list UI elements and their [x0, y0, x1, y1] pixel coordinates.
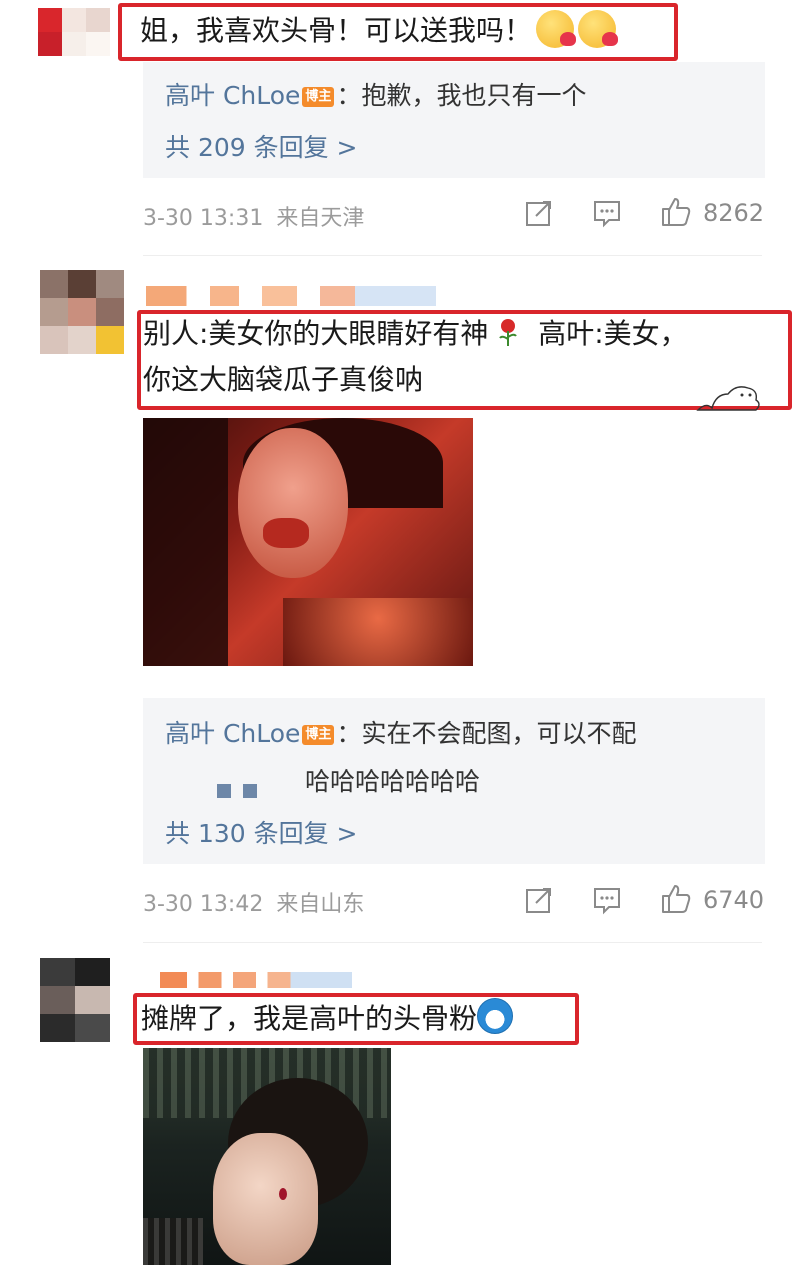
reply-box[interactable]: 高叶 ChLoe 博主 ：抱歉，我也只有一个 共 209 条回复 >	[143, 62, 765, 178]
reply-text-continued: 哈哈哈哈哈哈哈	[305, 767, 481, 796]
reply-author[interactable]: 高叶 ChLoe	[165, 719, 300, 748]
blogger-badge: 博主	[302, 725, 335, 745]
comment-photo[interactable]	[143, 418, 473, 666]
avatar[interactable]	[40, 958, 110, 1042]
avatar[interactable]	[38, 8, 110, 56]
shy-face-emoji-icon	[536, 10, 577, 48]
avatar[interactable]	[40, 270, 124, 354]
reply-text: ：实在不会配图，可以不配	[336, 719, 637, 748]
comment-icon[interactable]	[592, 885, 622, 915]
comment-location: 来自山东	[276, 892, 365, 917]
comment-meta: 3-30 13:31 来自天津	[143, 200, 364, 232]
thumbs-up-icon[interactable]	[660, 196, 692, 228]
divider	[143, 255, 762, 256]
comment-text-content: 摊牌了，我是高叶的头骨粉	[141, 1002, 478, 1035]
reply-line: 高叶 ChLoe 博主 ：抱歉，我也只有一个	[165, 78, 586, 114]
doraemon-emoji-icon	[477, 998, 514, 1034]
reply-author[interactable]: 高叶 ChLoe	[165, 81, 300, 110]
reply-line: 高叶 ChLoe 博主 ：实在不会配图，可以不配	[165, 716, 636, 752]
more-replies-link[interactable]: 共 130 条回复 >	[165, 814, 358, 850]
comment-time: 3-30 13:31	[143, 206, 264, 231]
comment-text-line2: 你这大脑袋瓜子真俊呐	[143, 363, 424, 396]
rose-icon	[499, 319, 518, 346]
reply-text: ：抱歉，我也只有一个	[336, 81, 587, 110]
comment-text: 姐，我喜欢头骨！可以送我吗！	[140, 10, 619, 51]
pixel-mark	[217, 784, 231, 798]
comment-icon[interactable]	[592, 198, 622, 228]
comment-time: 3-30 13:42	[143, 892, 264, 917]
comment-text-content: 姐，我喜欢头骨！可以送我吗！	[140, 14, 533, 47]
dog-sketch-icon	[696, 386, 760, 411]
like-count: 8262	[703, 199, 765, 227]
pixel-mark	[243, 784, 257, 798]
divider	[143, 942, 762, 943]
like-count: 6740	[703, 886, 765, 914]
comment-text: 摊牌了，我是高叶的头骨粉	[141, 998, 514, 1039]
more-replies-link[interactable]: 共 209 条回复 >	[165, 128, 358, 164]
username-blurred[interactable]	[160, 972, 352, 988]
blogger-badge: 博主	[302, 87, 335, 107]
comment-location: 来自天津	[276, 206, 365, 231]
thumbs-up-icon[interactable]	[660, 883, 692, 915]
comment-meta: 3-30 13:42 来自山东	[143, 886, 364, 918]
repost-icon[interactable]	[524, 885, 554, 915]
comment-text-line1b: 高叶:美女，	[538, 317, 688, 350]
comment-text-line1: 别人:美女你的大眼睛好有神	[143, 317, 489, 350]
shy-face-emoji-icon	[578, 10, 619, 48]
repost-icon[interactable]	[524, 198, 554, 228]
comment-photo[interactable]	[143, 1048, 391, 1265]
username-blurred[interactable]	[146, 286, 436, 306]
reply-box[interactable]: 高叶 ChLoe 博主 ：实在不会配图，可以不配 哈哈哈哈哈哈哈 共 130 条回复…	[143, 698, 765, 864]
comment-text: 别人:美女你的大眼睛好有神 高叶:美女， 你这大脑袋瓜子真俊呐	[143, 314, 763, 400]
